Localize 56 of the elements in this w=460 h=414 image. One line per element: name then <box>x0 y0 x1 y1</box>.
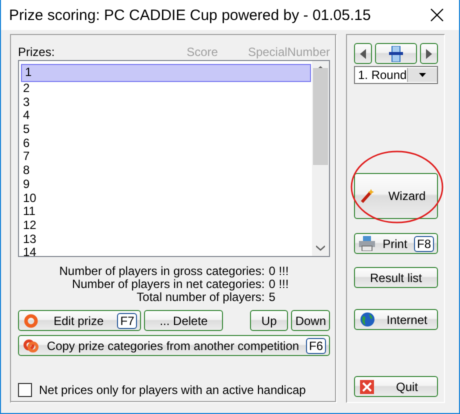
list-item[interactable]: 13 <box>21 232 311 246</box>
button[interactable]: Up <box>250 310 288 331</box>
shortcut-key: F8 <box>414 236 434 252</box>
result-list-button[interactable]: Result list <box>354 267 438 288</box>
print-button[interactable]: Print F8 <box>354 233 438 254</box>
globe-icon <box>360 312 374 327</box>
ring-icon <box>24 314 38 328</box>
list-item[interactable]: 5 <box>21 123 311 137</box>
document-icon <box>388 46 403 62</box>
stat-label: Number of players in gross categories: <box>59 265 265 278</box>
previous-button[interactable] <box>354 43 372 64</box>
round-button[interactable] <box>374 43 418 64</box>
list-item[interactable]: 3 <box>21 96 311 110</box>
column-header: SpecialNumber <box>248 44 330 58</box>
shortcut-key: F6 <box>306 338 326 354</box>
close-icon <box>360 380 374 394</box>
stat-label: Total number of players: <box>136 291 265 304</box>
list-item[interactable]: 12 <box>21 218 311 233</box>
wizard-button[interactable]: Wizard <box>354 173 438 219</box>
list-item[interactable]: 11 <box>21 205 311 219</box>
edit-prize-button[interactable]: Edit prize F7 <box>18 310 142 331</box>
dropdown-arrow-icon <box>418 73 426 77</box>
list-item[interactable]: 6 <box>21 136 311 150</box>
round-dropdown[interactable]: 1. Round <box>354 66 438 84</box>
checkbox[interactable] <box>18 383 32 397</box>
list-item[interactable]: 4 <box>21 109 311 124</box>
window-title: Prize scoring: PC CADDIE Cup powered by - 01.05.15 <box>9 6 372 24</box>
stat-label: Number of players in net categories: <box>70 278 265 291</box>
prizes-label: Prizes: <box>18 44 56 58</box>
right-arrow-icon <box>426 48 432 58</box>
list-item[interactable]: 9 <box>21 178 311 192</box>
list-item[interactable]: 10 <box>21 192 311 206</box>
quit-button[interactable]: Quit <box>354 376 438 397</box>
list-item[interactable]: 1 <box>21 64 311 82</box>
list-item[interactable]: 8 <box>21 164 311 178</box>
stat-value: 0 !!! <box>268 265 289 278</box>
column-header: Score <box>186 44 218 58</box>
button[interactable]: ... Delete <box>144 310 224 331</box>
stat-value: 5 <box>268 291 276 304</box>
list-item[interactable]: 7 <box>21 150 311 164</box>
next-button[interactable] <box>420 43 438 64</box>
list-item[interactable]: 2 <box>21 82 311 96</box>
stat-value: 0 !!! <box>268 278 289 291</box>
printer-icon <box>358 236 376 251</box>
button[interactable]: Down <box>291 310 330 331</box>
copy-categories-button[interactable]: Copy prize categories from another competition F6 <box>18 335 330 356</box>
checkbox-label: Net prices only for players with an active handicap <box>39 383 306 397</box>
scroll-down-icon[interactable] <box>316 245 325 251</box>
internet-button[interactable]: Internet <box>354 309 438 330</box>
scrollbar[interactable] <box>312 61 329 256</box>
left-arrow-icon <box>360 48 366 58</box>
list-item[interactable]: 14 <box>21 246 311 256</box>
magic-wand-icon <box>359 188 375 204</box>
shortcut-key: F7 <box>117 312 138 328</box>
prize-list[interactable]: 1 2 3 4 5 6 7 8 9 10 11 12 13 14 <box>18 60 330 257</box>
rings-icon <box>23 338 39 352</box>
